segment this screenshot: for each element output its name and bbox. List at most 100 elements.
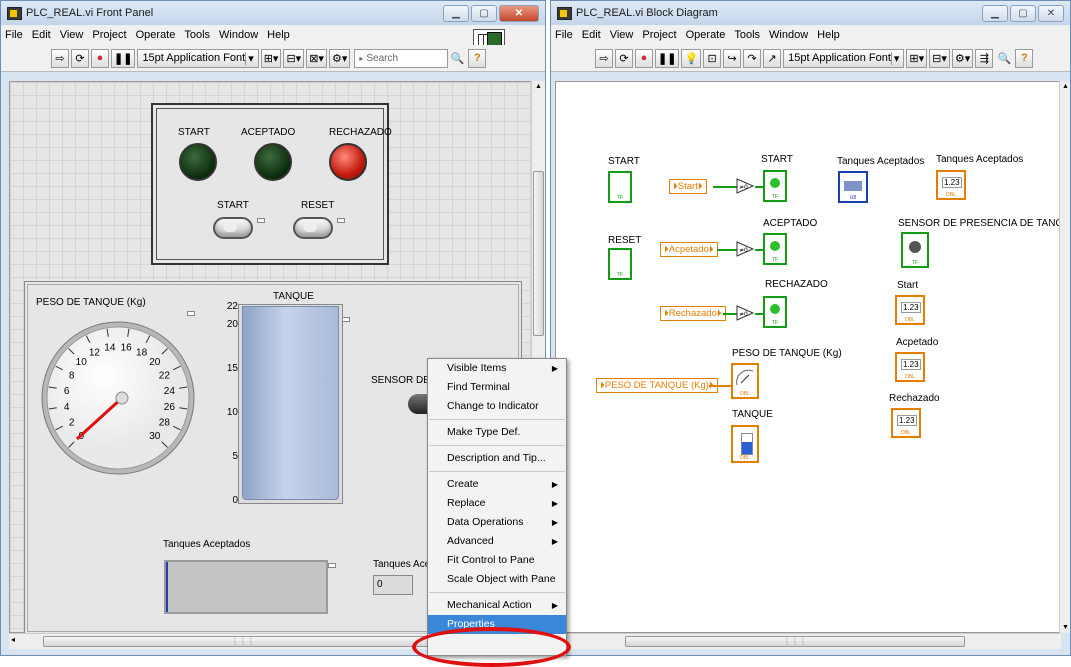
maximize-button[interactable]: ▢ (1010, 4, 1036, 22)
context-menu-item-visible-items[interactable]: Visible Items ▶ (428, 359, 566, 378)
menu-help[interactable]: Help (817, 29, 840, 41)
bd-peso-local-variable[interactable]: ⏵PESO DE TANQUE (Kg)⏵ (596, 378, 718, 393)
bd-tanques-array-terminal[interactable]: U8 (838, 171, 868, 203)
block-diagram-canvas[interactable]: START TF RESET TF ⏵Start⏵ ≠0 START TF ⏵A… (555, 81, 1070, 633)
pause-icon[interactable]: ❚❚ (111, 48, 136, 68)
block-diagram-titlebar[interactable]: PLC_REAL.vi Block Diagram ▁ ▢ ✕ (551, 1, 1070, 25)
bd-tanque-terminal[interactable]: DBL (731, 425, 759, 463)
font-select[interactable]: 15pt Application Font ▾ (137, 48, 259, 68)
bd-tanques-num-terminal[interactable]: 1.23 DBL (936, 170, 966, 200)
accepted-count[interactable]: 0 (373, 575, 413, 595)
menu-view[interactable]: View (60, 29, 84, 41)
menu-file[interactable]: File (5, 29, 23, 41)
context-menu-item-find-terminal[interactable]: Find Terminal (428, 378, 566, 397)
distribute-icon[interactable]: ⊟▾ (283, 48, 305, 68)
bd-reset-control-terminal[interactable]: TF (608, 248, 632, 280)
search-input[interactable]: ▸ Search (354, 48, 449, 68)
context-menu-item-replace[interactable]: Replace ▶ (428, 494, 566, 513)
menu-operate[interactable]: Operate (686, 29, 726, 41)
bd-acpetado-num-terminal[interactable]: 1.23 DBL (895, 352, 925, 382)
led-rechazado[interactable] (329, 143, 367, 181)
front-panel-titlebar[interactable]: PLC_REAL.vi Front Panel ▁ ▢ ✕ (1, 1, 545, 25)
menu-tools[interactable]: Tools (734, 29, 760, 41)
font-select[interactable]: 15pt Application Font ▾ (783, 48, 905, 68)
close-button[interactable]: ✕ (499, 4, 539, 22)
context-menu-item-create[interactable]: Create ▶ (428, 475, 566, 494)
abort-icon[interactable]: ● (635, 48, 653, 68)
bd-not-equal-zero-node[interactable]: ≠0 (736, 178, 756, 194)
bd-not-equal-zero-node[interactable]: ≠0 (736, 241, 756, 257)
block-diagram-vscroll[interactable]: ▲ ▼ (1059, 81, 1070, 633)
help-icon[interactable]: ? (468, 48, 487, 68)
pause-icon[interactable]: ❚❚ (655, 48, 680, 68)
retain-wire-values-icon[interactable]: ⊡ (703, 48, 722, 68)
bd-rechazado-local-variable[interactable]: ⏵Rechazado⏵ (660, 306, 726, 321)
search-icon[interactable]: 🔍 (995, 49, 1013, 68)
align-icon[interactable]: ⊞▾ (260, 48, 282, 68)
menu-project[interactable]: Project (642, 29, 676, 41)
context-menu-item-description-and-tip[interactable]: Description and Tip... (428, 449, 566, 468)
bd-rechazado-led-terminal[interactable]: TF (763, 296, 787, 328)
run-arrow-icon[interactable]: ⇨ (595, 48, 613, 68)
context-menu-item-advanced[interactable]: Advanced ▶ (428, 532, 566, 551)
bd-peso-gauge-terminal[interactable]: DBL (731, 363, 759, 399)
menu-tools[interactable]: Tools (184, 29, 210, 41)
menu-edit[interactable]: Edit (582, 29, 601, 41)
context-menu-item-fit-control-to-pane[interactable]: Fit Control to Pane (428, 551, 566, 570)
cleanup-icon[interactable]: ⇶ (975, 48, 994, 68)
submenu-arrow-icon: ▶ (551, 537, 558, 546)
bd-start-led-terminal[interactable]: TF (763, 170, 787, 202)
menu-view[interactable]: View (610, 29, 634, 41)
distribute-icon[interactable]: ⊟▾ (929, 48, 950, 68)
search-icon[interactable]: 🔍 (448, 49, 466, 68)
context-menu-item-data-operations[interactable]: Data Operations ▶ (428, 513, 566, 532)
bd-start-num-terminal[interactable]: 1.23 DBL (895, 295, 925, 325)
align-icon[interactable]: ⊞▾ (906, 48, 928, 68)
run-continuously-icon[interactable]: ⟳ (615, 48, 633, 68)
bd-rechazado-num-terminal[interactable]: 1.23 DBL (891, 408, 921, 438)
menu-window[interactable]: Window (769, 29, 808, 41)
reset-button[interactable] (293, 217, 333, 239)
context-menu-item-scale-object-with-pane[interactable]: Scale Object with Pane (428, 570, 566, 589)
menu-operate[interactable]: Operate (136, 29, 176, 41)
bd-start-local-variable[interactable]: ⏵Start⏵ (669, 179, 707, 194)
led-start[interactable] (179, 143, 217, 181)
bd-acpetado-local-variable[interactable]: ⏵Acpetado⏵ (660, 242, 718, 257)
highlight-execution-icon[interactable]: 💡 (681, 48, 702, 68)
reorder-icon[interactable]: ⚙▾ (328, 48, 351, 68)
tank-indicator[interactable] (238, 304, 343, 504)
accepted-array[interactable] (164, 560, 328, 614)
block-diagram-hscroll[interactable]: ◂ ⋮⋮⋮ (555, 633, 1061, 649)
context-menu-item-make-type-def[interactable]: Make Type Def. (428, 423, 566, 442)
context-menu-item-change-to-indicator[interactable]: Change to Indicator (428, 397, 566, 416)
menu-project[interactable]: Project (92, 29, 126, 41)
menu-edit[interactable]: Edit (32, 29, 51, 41)
step-into-icon[interactable]: ↪ (723, 48, 742, 68)
step-out-icon[interactable]: ↗ (763, 48, 782, 68)
run-arrow-icon[interactable]: ⇨ (51, 48, 69, 68)
led-aceptado[interactable] (254, 143, 292, 181)
run-continuously-icon[interactable]: ⟳ (71, 48, 89, 68)
bd-sensor-terminal[interactable]: TF (901, 232, 929, 268)
minimize-button[interactable]: ▁ (443, 4, 469, 22)
menu-window[interactable]: Window (219, 29, 258, 41)
resize-icon[interactable]: ⊠▾ (306, 48, 327, 68)
gauge[interactable]: 024681012141618202224262830 (38, 318, 198, 478)
help-icon[interactable]: ? (1015, 48, 1034, 68)
step-over-icon[interactable]: ↷ (743, 48, 762, 68)
context-menu-item-mechanical-action[interactable]: Mechanical Action ▶ (428, 596, 566, 615)
abort-icon[interactable]: ● (91, 48, 109, 68)
menu-help[interactable]: Help (267, 29, 290, 41)
bd-wire[interactable] (717, 249, 738, 251)
bd-start-control-terminal[interactable]: TF (608, 171, 632, 203)
bd-aceptado-led-terminal[interactable]: TF (763, 233, 787, 265)
maximize-button[interactable]: ▢ (471, 4, 497, 22)
bd-wire[interactable] (709, 385, 731, 387)
bd-not-equal-zero-node[interactable]: ≠0 (736, 305, 756, 321)
close-button[interactable]: ✕ (1038, 4, 1064, 22)
start-button[interactable] (213, 217, 253, 239)
bd-wire[interactable] (713, 186, 738, 188)
reorder-icon[interactable]: ⚙▾ (951, 48, 974, 68)
minimize-button[interactable]: ▁ (982, 4, 1008, 22)
menu-file[interactable]: File (555, 29, 573, 41)
